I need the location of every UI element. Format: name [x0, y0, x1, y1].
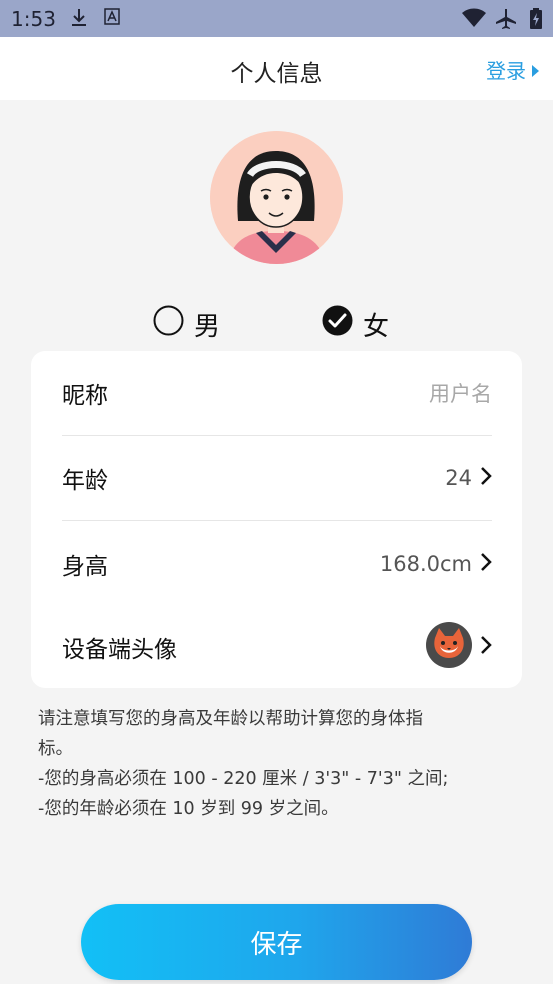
chevron-right-icon: [480, 466, 492, 491]
radio-checked-icon: [322, 305, 353, 343]
info-note: 请注意填写您的身高及年龄以帮助计算您的身体指 标。 -您的身高必须在 100 -…: [38, 704, 508, 824]
title-bar: 个人信息 登录: [0, 37, 553, 100]
chevron-right-icon: [480, 552, 492, 577]
gender-female-option[interactable]: 女: [322, 305, 389, 343]
age-value: 24: [445, 466, 472, 490]
airplane-icon: [496, 8, 518, 34]
age-label: 年龄: [62, 468, 108, 494]
status-bar: 1:53: [0, 0, 553, 37]
save-button[interactable]: 保存: [81, 904, 472, 980]
triangle-right-icon: [532, 58, 539, 82]
text-a-icon: [104, 8, 120, 30]
divider: [62, 520, 492, 521]
gender-male-option[interactable]: 男: [153, 305, 220, 343]
chevron-right-icon: [480, 635, 492, 660]
page-title: 个人信息: [230, 61, 323, 87]
note-line: -您的年龄必须在 10 岁到 99 岁之间。: [38, 799, 339, 819]
device-avatar-row[interactable]: 设备端头像: [62, 605, 492, 689]
status-time: 1:53: [11, 7, 56, 31]
download-icon: [70, 8, 88, 32]
device-avatar-label: 设备端头像: [62, 637, 177, 663]
login-button[interactable]: 登录: [486, 55, 539, 84]
wifi-icon: [462, 8, 486, 32]
height-value: 168.0cm: [379, 552, 472, 576]
height-row[interactable]: 身高 168.0cm: [62, 522, 492, 606]
login-label: 登录: [486, 59, 526, 83]
nickname-label: 昵称: [62, 383, 108, 409]
radio-unchecked-icon: [153, 305, 184, 343]
height-label: 身高: [62, 554, 108, 580]
gender-male-label: 男: [194, 311, 221, 342]
age-row[interactable]: 年龄 24: [62, 436, 492, 520]
note-line: 请注意填写您的身高及年龄以帮助计算您的身体指: [38, 709, 423, 729]
nickname-input[interactable]: 用户名: [429, 378, 492, 408]
nickname-row[interactable]: 昵称 用户名: [62, 351, 492, 435]
profile-avatar[interactable]: [210, 131, 343, 264]
profile-form-card: 昵称 用户名 年龄 24 身高 168.0cm 设备端头像: [31, 351, 522, 688]
battery-icon: [530, 8, 542, 33]
note-line: 标。: [38, 739, 73, 759]
gender-female-label: 女: [363, 311, 390, 342]
note-line: -您的身高必须在 100 - 220 厘米 / 3'3" - 7'3" 之间;: [38, 769, 449, 789]
cat-avatar-icon: [426, 621, 472, 673]
girl-avatar-icon: [210, 131, 343, 264]
